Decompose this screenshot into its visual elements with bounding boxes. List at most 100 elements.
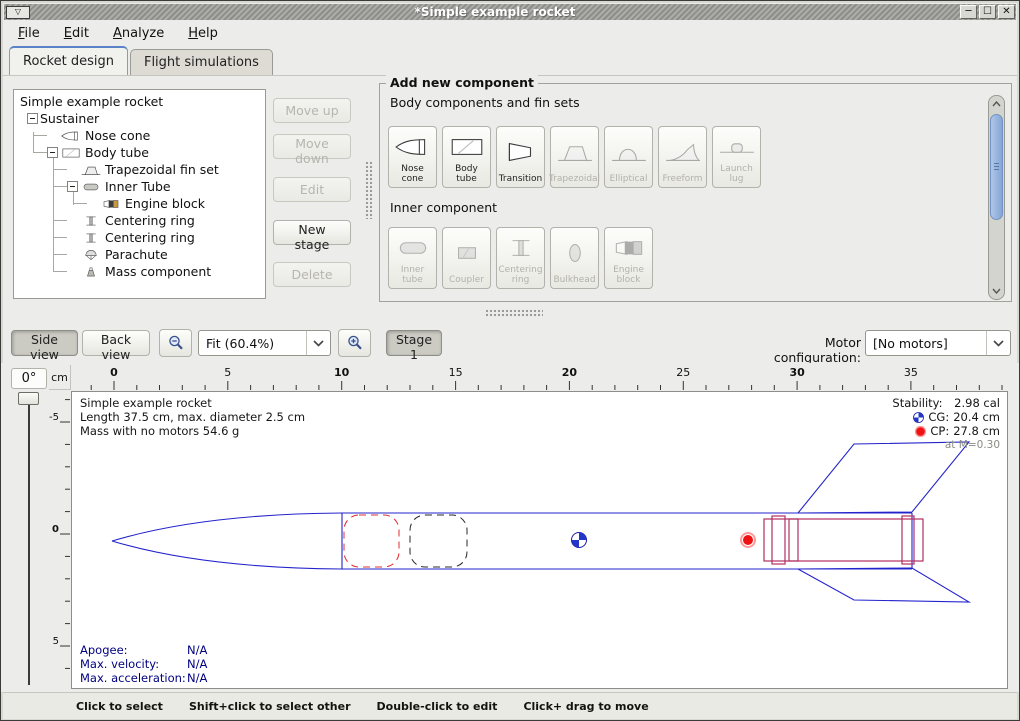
tree-expander-icon[interactable] xyxy=(47,147,58,158)
new-stage-button[interactable]: New stage xyxy=(273,220,351,245)
rocket-canvas[interactable]: Simple example rocket Length 37.5 cm, ma… xyxy=(71,391,1008,689)
mach-annotation: at M=0.30 xyxy=(892,438,1000,452)
tree-expander-icon[interactable] xyxy=(27,113,38,124)
zoom-out-button[interactable] xyxy=(159,329,192,357)
zoom-select[interactable]: Fit (60.4%) xyxy=(198,330,331,356)
stability-label: Stability: xyxy=(892,396,942,410)
tree-item-sustainer[interactable]: Sustainer xyxy=(14,110,265,127)
add-transition-button[interactable]: Transition xyxy=(496,126,545,188)
motor-configuration-label: Motor configuration: xyxy=(736,335,861,365)
add-coupler-button[interactable]: Coupler xyxy=(442,227,491,289)
centering-ring-icon xyxy=(80,214,102,228)
zoom-in-button[interactable] xyxy=(338,329,371,357)
rocket-name: Simple example rocket xyxy=(80,396,305,410)
tree-item-centering-ring[interactable]: Centering ring xyxy=(14,229,265,246)
motor-configuration-select[interactable]: [No motors] xyxy=(865,330,1011,356)
window-menu-icon[interactable]: ▽ xyxy=(6,6,30,19)
centering-ring-icon xyxy=(80,231,102,245)
status-hint: Shift+click to select other xyxy=(189,700,351,713)
close-button[interactable]: ✕ xyxy=(998,5,1015,19)
tree-item-body-tube[interactable]: Body tube xyxy=(14,144,265,161)
tree-item-parachute[interactable]: Parachute xyxy=(14,246,265,263)
chevron-down-icon[interactable] xyxy=(306,331,330,355)
zoom-in-icon xyxy=(346,334,364,352)
tree-item-label: Parachute xyxy=(105,247,168,262)
menu-analyze[interactable]: Analyze xyxy=(104,23,173,44)
component-button-label: Inner tube xyxy=(390,265,435,285)
ruler-unit-label: cm xyxy=(49,365,71,390)
move-up-button[interactable]: Move up xyxy=(273,98,351,123)
maximize-button[interactable]: ☐ xyxy=(979,5,996,19)
delete-button[interactable]: Delete xyxy=(273,262,351,287)
flight-stat-label: Apogee: xyxy=(80,643,187,657)
svg-text:15: 15 xyxy=(449,366,463,379)
tab-rocket-design[interactable]: Rocket design xyxy=(9,46,128,75)
horizontal-splitter[interactable] xyxy=(485,309,543,317)
cp-value: 27.8 cm xyxy=(953,424,1000,438)
cp-marker[interactable] xyxy=(741,533,755,547)
tree-item-inner-tube[interactable]: Inner Tube xyxy=(14,178,265,195)
vertical-splitter[interactable] xyxy=(365,161,373,219)
add-nose-cone-button[interactable]: Nose cone xyxy=(388,126,437,188)
component-button-label: Nose cone xyxy=(390,164,435,184)
add-inner-tube-button[interactable]: Inner tube xyxy=(388,227,437,289)
menu-bar: File Edit Analyze Help xyxy=(3,20,1017,46)
add-component-title: Add new component xyxy=(386,75,538,90)
engine-block-icon xyxy=(100,197,122,211)
tree-expander-icon[interactable] xyxy=(67,181,78,192)
flight-stats: Apogee:N/AMax. velocity:N/AMax. accelera… xyxy=(80,643,207,685)
component-button-label: Freeform xyxy=(662,174,702,184)
coupler-icon xyxy=(448,240,486,266)
inner-tube-icon xyxy=(394,235,432,261)
add-launch-lug-button[interactable]: Launch lug xyxy=(712,126,761,188)
parachute-outline[interactable] xyxy=(344,515,399,567)
side-view-button[interactable]: Side view xyxy=(11,330,78,356)
tab-flight-simulations[interactable]: Flight simulations xyxy=(130,49,273,75)
add-trapezoidal-button[interactable]: Trapezoidal xyxy=(550,126,599,188)
tree-item-trapezoidal-fin-set[interactable]: Trapezoidal fin set xyxy=(14,161,265,178)
add-centering-ring-button[interactable]: Centering ring xyxy=(496,227,545,289)
scroll-up-icon[interactable] xyxy=(989,97,1004,111)
tree-item-simple-example-rocket[interactable]: Simple example rocket xyxy=(14,93,265,110)
minimize-button[interactable]: ─ xyxy=(960,5,977,19)
move-down-button[interactable]: Move down xyxy=(273,134,351,159)
tree-item-engine-block[interactable]: Engine block xyxy=(14,195,265,212)
add-bulkhead-button[interactable]: Bulkhead xyxy=(550,227,599,289)
menu-file[interactable]: File xyxy=(9,23,49,44)
svg-text:35: 35 xyxy=(904,366,918,379)
edit-button[interactable]: Edit xyxy=(273,177,351,202)
menu-help[interactable]: Help xyxy=(179,23,227,44)
flight-stat-row: Apogee:N/A xyxy=(80,643,207,657)
tree-item-nose-cone[interactable]: Nose cone xyxy=(14,127,265,144)
parachute-icon xyxy=(80,248,102,262)
cg-marker[interactable] xyxy=(572,533,587,548)
cg-icon xyxy=(913,412,924,423)
mass-component-outline[interactable] xyxy=(410,515,467,567)
component-scrollbar[interactable] xyxy=(988,95,1005,300)
add-engine-block-button[interactable]: Engine block xyxy=(604,227,653,289)
add-freeform-button[interactable]: Freeform xyxy=(658,126,707,188)
stage-1-toggle[interactable]: Stage 1 xyxy=(386,330,442,356)
tree-item-centering-ring[interactable]: Centering ring xyxy=(14,212,265,229)
design-panel: Simple example rocketSustainerNose coneB… xyxy=(1,76,1020,319)
title-bar[interactable]: ▽ *Simple example rocket ─ ☐ ✕ xyxy=(4,4,1016,20)
scrollbar-thumb[interactable] xyxy=(990,114,1003,220)
rotation-slider-handle[interactable] xyxy=(18,392,39,405)
add-body-tube-button[interactable]: Body tube xyxy=(442,126,491,188)
add-elliptical-button[interactable]: Elliptical xyxy=(604,126,653,188)
tree-item-label: Centering ring xyxy=(105,230,195,245)
rotation-slider-track[interactable] xyxy=(28,399,30,685)
component-tree[interactable]: Simple example rocketSustainerNose coneB… xyxy=(13,89,266,299)
tree-item-mass-component[interactable]: Mass component xyxy=(14,263,265,280)
scroll-down-icon[interactable] xyxy=(989,284,1004,298)
tree-item-label: Centering ring xyxy=(105,213,195,228)
mass-icon xyxy=(80,265,102,279)
menu-edit[interactable]: Edit xyxy=(55,23,98,44)
chevron-down-icon[interactable] xyxy=(986,331,1010,355)
back-view-button[interactable]: Back view xyxy=(82,330,150,356)
app-window: ▽ *Simple example rocket ─ ☐ ✕ File Edit A… xyxy=(0,0,1020,721)
component-button-label: Bulkhead xyxy=(553,275,595,285)
transition-icon xyxy=(502,139,540,165)
inner-tube-outline xyxy=(764,519,923,561)
rotation-indicator: 0° xyxy=(11,368,47,389)
